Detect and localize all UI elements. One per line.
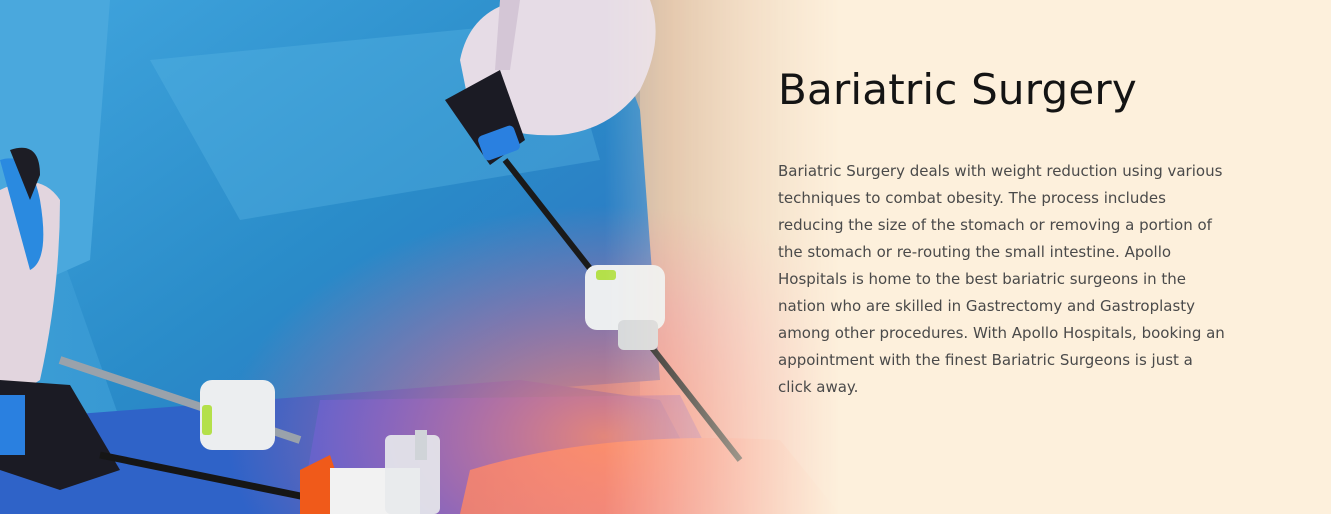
laparoscopic-surgery-photo	[0, 0, 840, 514]
banner-content: Bariatric Surgery Bariatric Surgery deal…	[778, 62, 1238, 401]
bariatric-surgery-banner: Bariatric Surgery Bariatric Surgery deal…	[0, 0, 1331, 514]
banner-description: Bariatric Surgery deals with weight redu…	[778, 162, 1225, 396]
page-title: Bariatric Surgery	[778, 65, 1137, 114]
